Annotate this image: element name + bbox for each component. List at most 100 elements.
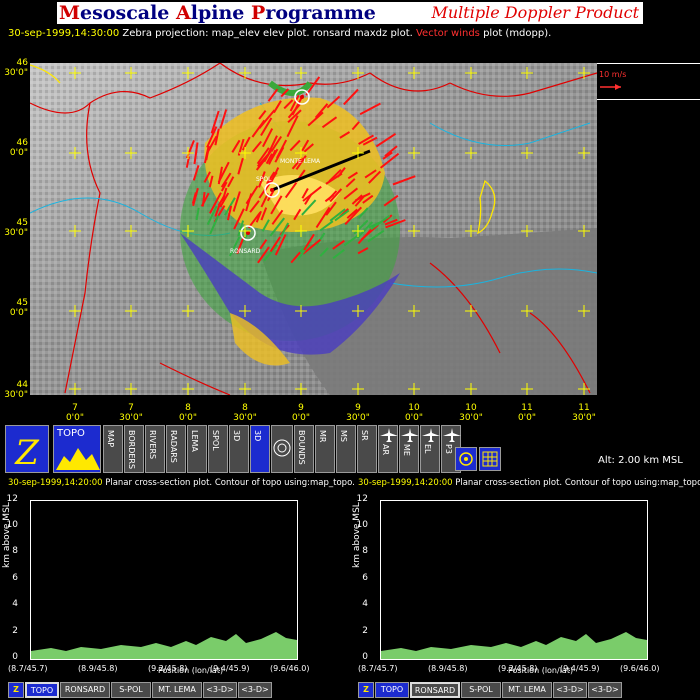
3d-button[interactable]: <3-D> <box>553 682 587 698</box>
ring-icon <box>459 452 473 466</box>
panel-header: 30-sep-1999,14:20:00 Planar cross-sectio… <box>8 478 355 488</box>
ms-layer-button[interactable]: MS <box>336 425 356 473</box>
y-tick: 8 <box>12 546 18 556</box>
lat-tick: 46 30'0" <box>4 58 28 78</box>
spol-button[interactable]: S-POL <box>461 682 501 698</box>
lon-tick: 10 0'0" <box>404 403 424 423</box>
3d-button[interactable]: <3-D> <box>588 682 622 698</box>
cross-section-plot[interactable] <box>380 500 648 660</box>
zebra-z-button[interactable]: Z <box>5 425 49 473</box>
rivers-layer-button[interactable]: RIVERS <box>145 425 165 473</box>
lat-tick: 44 30'0" <box>4 380 28 400</box>
topo-button[interactable]: TOPO <box>375 682 409 698</box>
app-title: Mesoscale Alpine Programme <box>59 2 376 24</box>
panel-button-row: Z TOPO RONSARD S-POL MT. LEMA <3-D> <3-D… <box>350 682 695 698</box>
aircraft-icon <box>380 428 398 442</box>
el-aircraft-button[interactable]: EL <box>420 425 440 473</box>
lon-tick: 8 30'0" <box>233 403 257 423</box>
y-tick: 0 <box>362 652 368 662</box>
y-tick: 2 <box>362 626 368 636</box>
x-tick: (8.7/45.7) <box>358 664 398 673</box>
lat-tick: 45 0'0" <box>9 298 28 318</box>
svg-text:Z: Z <box>14 433 40 472</box>
y-tick: 6 <box>12 573 18 583</box>
mt-lema-button[interactable]: MT. LEMA <box>502 682 552 698</box>
spol-button[interactable]: S-POL <box>111 682 151 698</box>
topo-profile <box>381 632 647 659</box>
radar-label-spol: SPOL <box>256 176 272 183</box>
lon-tick: 10 30'0" <box>459 403 483 423</box>
borders-layer-button[interactable]: BORDERS <box>124 425 144 473</box>
y-tick: 6 <box>362 573 368 583</box>
grid-toggle-button[interactable] <box>479 447 501 471</box>
mr-layer-button[interactable]: MR <box>315 425 335 473</box>
topo-button[interactable]: TOPO <box>25 682 59 698</box>
zebra-button[interactable]: Z <box>358 682 374 698</box>
3d-button[interactable]: <3-D> <box>203 682 237 698</box>
x-tick: (8.9/45.8) <box>78 664 118 673</box>
3d-layer-button-active[interactable]: 3D <box>250 425 270 473</box>
y-axis-label: km above MSL <box>352 502 362 568</box>
spol-layer-button[interactable]: SPOL <box>208 425 228 473</box>
cross-section-plot[interactable] <box>30 500 298 660</box>
x-tick: (9.2/45.8) <box>148 664 188 673</box>
title-banner: Mesoscale Alpine Programme Multiple Dopp… <box>57 2 643 24</box>
wind-scale: 10 m/s <box>597 63 700 100</box>
x-tick: (9.4/45.9) <box>210 664 250 673</box>
radar-label-ronsard: RONSARD <box>230 248 261 255</box>
lon-tick: 11 30'0" <box>572 403 596 423</box>
aircraft-icon <box>443 428 461 442</box>
radars-layer-button[interactable]: RADARS <box>166 425 186 473</box>
vector-winds-label: Vector winds <box>415 28 480 39</box>
map-layer-button[interactable]: MAP <box>103 425 123 473</box>
me-aircraft-button[interactable]: ME <box>399 425 419 473</box>
map-info-line: 30-sep-1999,14:30:00 Zebra projection: m… <box>8 28 551 39</box>
y-tick: 12 <box>6 494 18 504</box>
x-tick: (9.6/46.0) <box>620 664 660 673</box>
y-tick: 2 <box>12 626 18 636</box>
lema-layer-button[interactable]: LEMA <box>187 425 207 473</box>
x-tick: (8.7/45.7) <box>8 664 48 673</box>
y-tick: 4 <box>12 599 18 609</box>
cross-section-panel-right: 30-sep-1999,14:20:00 Planar cross-sectio… <box>350 478 700 700</box>
bounds-layer-button[interactable]: BOUNDS <box>294 425 314 473</box>
lon-tick: 7 0'0" <box>65 403 85 423</box>
map-description: Zebra projection: map_elev elev plot. ro… <box>122 28 416 39</box>
lon-tick: 8 0'0" <box>178 403 198 423</box>
y-tick: 0 <box>12 652 18 662</box>
y-tick: 4 <box>362 599 368 609</box>
y-tick: 10 <box>356 520 368 530</box>
ar-aircraft-button[interactable]: AR <box>378 425 398 473</box>
topo-profile <box>31 632 297 659</box>
y-axis-label: km above MSL <box>2 502 12 568</box>
lat-tick: 46 0'0" <box>9 138 28 158</box>
zebra-button[interactable]: Z <box>8 682 24 698</box>
zebra-logo-icon: Z <box>14 433 40 472</box>
lon-tick: 9 30'0" <box>346 403 370 423</box>
mt-lema-button[interactable]: MT. LEMA <box>152 682 202 698</box>
sr-layer-button[interactable]: SR <box>357 425 377 473</box>
lat-tick: 45 30'0" <box>4 218 28 238</box>
grid-icon <box>482 451 498 467</box>
cross-section-panel-left: 30-sep-1999,14:20:00 Planar cross-sectio… <box>0 478 355 700</box>
y-tick: 8 <box>362 546 368 556</box>
altitude-readout: Alt: 2.00 km MSL <box>598 455 683 466</box>
rings-toggle-button[interactable] <box>455 447 477 471</box>
target-icon <box>273 439 291 457</box>
map-description-suffix: plot (mdopp). <box>479 28 552 39</box>
panel-button-row: Z TOPO RONSARD S-POL MT. LEMA <3-D> <3-D… <box>0 682 345 698</box>
ronsard-button[interactable]: RONSARD <box>410 682 460 698</box>
map-datetime: 30-sep-1999,14:30:00 <box>8 28 120 39</box>
ronsard-button[interactable]: RONSARD <box>60 682 110 698</box>
aircraft-icon <box>401 428 419 442</box>
3d-button[interactable]: <3-D> <box>238 682 272 698</box>
topo-layer-button[interactable]: TOPO <box>53 425 101 473</box>
3d-layer-button[interactable]: 3D <box>229 425 249 473</box>
radar-ring-button[interactable] <box>271 425 293 473</box>
layer-toolbar: Z TOPO MAP BORDERS RIVERS RADARS LEMA SP… <box>5 425 505 475</box>
x-tick: (9.2/45.8) <box>498 664 538 673</box>
wind-scale-arrow-icon <box>600 84 621 90</box>
radar-map[interactable]: SPOL MONTE LEMA RONSARD <box>30 63 597 395</box>
wind-scale-label: 10 m/s <box>599 70 627 79</box>
y-tick: 12 <box>356 494 368 504</box>
